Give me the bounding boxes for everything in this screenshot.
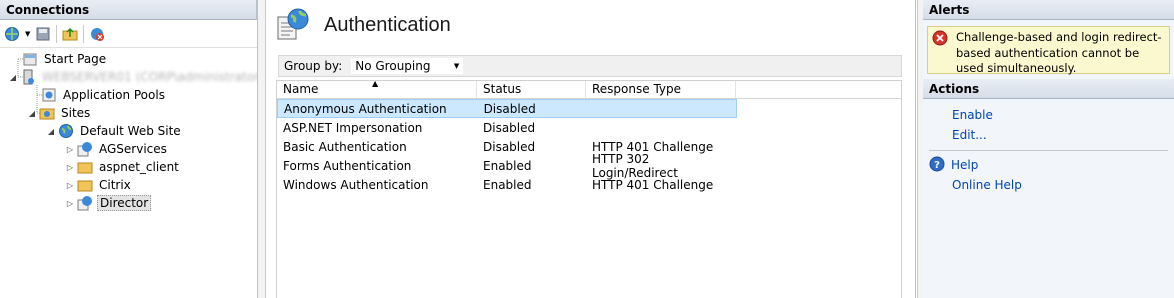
web-application-icon bbox=[77, 141, 93, 157]
sort-ascending-icon: ▲ bbox=[372, 79, 379, 88]
help-row: ? Help bbox=[923, 155, 1174, 175]
expand-arrow-icon[interactable]: ▷ bbox=[65, 163, 75, 172]
column-header-response-type[interactable]: Response Type bbox=[586, 81, 736, 98]
disconnect-icon[interactable] bbox=[88, 25, 106, 43]
dropdown-arrow-icon: ▼ bbox=[453, 62, 460, 70]
group-by-bar: Group by: No Grouping ▼ bbox=[278, 55, 902, 77]
actions-separator bbox=[929, 150, 1168, 151]
edit-link[interactable]: Edit... bbox=[923, 125, 1174, 145]
actions-pane: Alerts Challenge-based and login redirec… bbox=[923, 0, 1174, 298]
cell-name: Basic Authentication bbox=[283, 139, 407, 154]
table-row[interactable]: Windows Authentication Enabled HTTP 401 … bbox=[277, 175, 901, 194]
feature-header: Authentication bbox=[266, 0, 915, 50]
alerts-header: Alerts bbox=[923, 0, 1174, 20]
alert-text: Challenge-based and login redirect-based… bbox=[956, 30, 1162, 75]
authentication-list: ▲ Name Status Response Type Anonymous Au… bbox=[276, 79, 902, 298]
tree-item-citrix[interactable]: ▷ Citrix bbox=[65, 176, 133, 194]
toolbar-separator bbox=[83, 24, 85, 43]
tree-item-label: Default Web Site bbox=[80, 124, 181, 138]
tree-item-default-web-site[interactable]: ◢ Default Web Site bbox=[46, 122, 183, 140]
alert-message-box: Challenge-based and login redirect-based… bbox=[927, 26, 1170, 75]
folder-icon bbox=[77, 159, 93, 175]
group-by-label: Group by: bbox=[284, 59, 343, 73]
start-page-icon bbox=[22, 51, 38, 67]
group-by-select[interactable]: No Grouping ▼ bbox=[350, 57, 465, 75]
cell-status: Enabled bbox=[483, 177, 532, 192]
page-title: Authentication bbox=[324, 13, 451, 36]
cell-name: Anonymous Authentication bbox=[284, 101, 447, 116]
application-pools-icon bbox=[41, 87, 57, 103]
help-icon: ? bbox=[929, 156, 945, 175]
actions-header: Actions bbox=[923, 79, 1174, 99]
expand-arrow-icon[interactable]: ▷ bbox=[65, 181, 75, 190]
toolbar-separator bbox=[56, 24, 58, 43]
tree-item-director[interactable]: ▷ Director bbox=[65, 194, 152, 212]
save-icon[interactable] bbox=[34, 25, 52, 43]
cell-name: Forms Authentication bbox=[283, 158, 412, 173]
collapse-arrow-icon[interactable]: ◢ bbox=[8, 73, 18, 82]
cell-response-type: HTTP 302 Login/Redirect bbox=[592, 151, 678, 180]
collapse-arrow-icon[interactable]: ◢ bbox=[27, 109, 37, 118]
tree-item-agservices[interactable]: ▷ AGServices bbox=[65, 140, 169, 158]
connections-toolbar: ▼ bbox=[0, 20, 257, 48]
online-help-link[interactable]: Online Help bbox=[923, 175, 1174, 195]
cell-name: ASP.NET Impersonation bbox=[283, 120, 423, 135]
collapse-arrow-icon[interactable]: ◢ bbox=[46, 127, 56, 136]
table-row[interactable]: Anonymous Authentication Disabled bbox=[277, 99, 737, 118]
svg-text:?: ? bbox=[934, 160, 940, 171]
up-folder-icon[interactable] bbox=[61, 25, 79, 43]
table-row[interactable]: ASP.NET Impersonation Disabled bbox=[277, 118, 901, 137]
column-header-status[interactable]: Status bbox=[477, 81, 586, 98]
globe-icon bbox=[58, 123, 74, 139]
server-icon bbox=[20, 69, 36, 85]
tree-item-label: Start Page bbox=[44, 52, 107, 66]
connect-dropdown-icon[interactable]: ▼ bbox=[25, 30, 30, 38]
tree-item-aspnet-client[interactable]: ▷ aspnet_client bbox=[65, 158, 181, 176]
feature-pane: Authentication Group by: No Grouping ▼ ▲… bbox=[266, 0, 916, 298]
tree-item-application-pools[interactable]: Application Pools bbox=[41, 86, 167, 104]
tree-item-start-page[interactable]: Start Page bbox=[22, 50, 108, 68]
expand-arrow-icon[interactable]: ▷ bbox=[65, 199, 75, 208]
web-application-icon bbox=[77, 195, 93, 211]
tree-item-label: Sites bbox=[61, 106, 91, 120]
cell-status: Enabled bbox=[483, 158, 532, 173]
connections-header: Connections bbox=[0, 0, 257, 20]
tree-item-label: Application Pools bbox=[63, 88, 165, 102]
group-by-value: No Grouping bbox=[355, 59, 431, 73]
expand-arrow-icon[interactable]: ▷ bbox=[65, 145, 75, 154]
connections-pane: Connections ▼ Start Page ◢ WEBSERVER01 (… bbox=[0, 0, 264, 298]
tree-item-label: aspnet_client bbox=[99, 160, 179, 174]
help-link[interactable]: Help bbox=[945, 155, 978, 175]
tree-item-label: Citrix bbox=[99, 178, 131, 192]
sites-folder-icon bbox=[39, 105, 55, 121]
server-name-label: WEBSERVER01 (CORP\administrator) bbox=[42, 70, 264, 84]
cell-status: Disabled bbox=[483, 101, 536, 116]
error-icon bbox=[932, 30, 948, 49]
table-row[interactable]: Forms Authentication Enabled HTTP 302 Lo… bbox=[277, 152, 901, 180]
cell-status: Disabled bbox=[483, 139, 536, 154]
connect-globe-icon[interactable] bbox=[3, 25, 21, 43]
list-header: ▲ Name Status Response Type bbox=[277, 79, 901, 99]
tree-item-sites[interactable]: ◢ Sites bbox=[27, 104, 92, 122]
tree-item-server[interactable]: ◢ WEBSERVER01 (CORP\administrator) bbox=[8, 68, 266, 86]
tree-item-label: Director bbox=[97, 195, 152, 211]
cell-status: Disabled bbox=[483, 120, 536, 135]
enable-link[interactable]: Enable bbox=[923, 105, 1174, 125]
cell-name: Windows Authentication bbox=[283, 177, 429, 192]
authentication-icon bbox=[276, 7, 310, 44]
tree-item-label: AGServices bbox=[99, 142, 167, 156]
left-splitter[interactable] bbox=[258, 0, 266, 298]
folder-icon bbox=[77, 177, 93, 193]
cell-response-type: HTTP 401 Challenge bbox=[592, 177, 714, 192]
